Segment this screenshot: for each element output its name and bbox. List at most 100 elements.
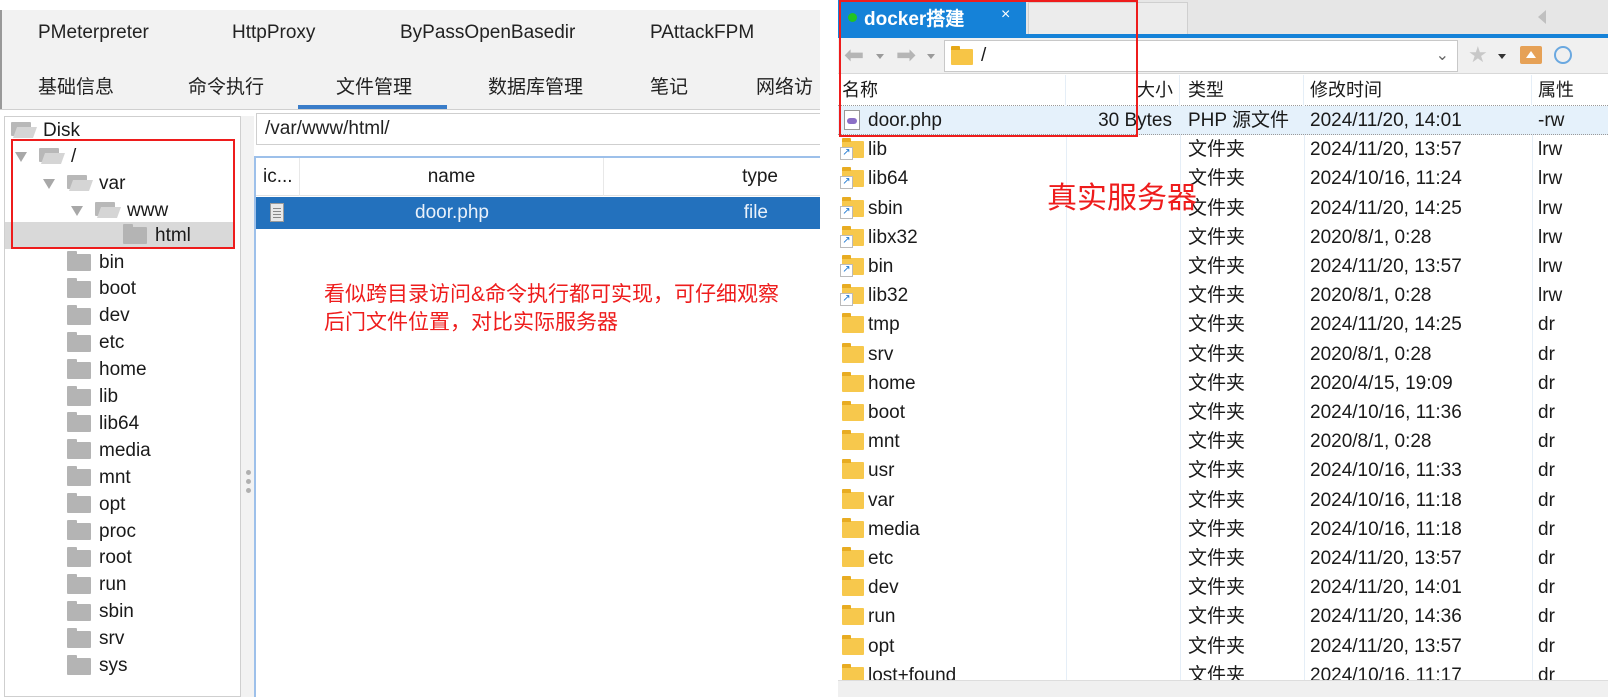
tab-scroll-left-icon[interactable] xyxy=(1538,10,1546,24)
file-name: door.php xyxy=(868,110,942,131)
path-input[interactable] xyxy=(256,113,820,145)
tree-folder-item[interactable]: sbin xyxy=(67,599,134,626)
tree-folder-item[interactable]: etc xyxy=(67,330,124,357)
tree-folder-item[interactable]: lib xyxy=(67,384,118,411)
file-modified: 2024/10/16, 11:18 xyxy=(1310,518,1462,540)
tab-bypassopenbasedir[interactable]: ByPassOpenBasedir xyxy=(400,22,575,44)
file-type: 文件夹 xyxy=(1188,226,1246,248)
tree-folder-item[interactable]: srv xyxy=(67,626,124,653)
folder-icon xyxy=(842,401,864,421)
bookmark-star-icon[interactable]: ★ xyxy=(1468,42,1488,68)
file-list-row[interactable]: usr 文件夹 2024/10/16, 11:33 dr xyxy=(838,456,1608,485)
tab-notes[interactable]: 笔记 xyxy=(650,72,688,99)
file-list-row[interactable]: mnt 文件夹 2020/8/1, 0:28 dr xyxy=(838,427,1608,456)
tab-pattackfpm[interactable]: PAttackFPM xyxy=(650,22,754,44)
top-strip xyxy=(0,0,820,10)
tree-folder-item[interactable]: dev xyxy=(67,303,130,330)
file-name: tmp xyxy=(868,314,900,336)
tree-folder-item[interactable]: proc xyxy=(67,518,136,545)
tree-node-www[interactable]: www xyxy=(71,197,168,224)
file-list-row[interactable]: bin 文件夹 2024/11/20, 13:57 lrw xyxy=(838,252,1608,281)
file-list-row[interactable]: var 文件夹 2024/10/16, 11:18 dr xyxy=(838,486,1608,515)
chevron-down-icon[interactable]: ⌄ xyxy=(1436,45,1449,65)
file-list-row[interactable]: run 文件夹 2024/11/20, 14:36 dr xyxy=(838,602,1608,631)
file-table-header: ic... name type xyxy=(256,158,820,196)
file-list-row[interactable]: sbin文件夹2024/11/20, 14:25lrw xyxy=(838,194,1608,223)
col-header-type[interactable]: 类型 xyxy=(1180,75,1304,106)
col-header-attributes[interactable]: 属性 xyxy=(1532,75,1608,106)
address-bar[interactable]: / ⌄ xyxy=(944,40,1458,72)
folder-icon xyxy=(842,576,864,597)
forward-dropdown-icon[interactable] xyxy=(927,54,935,59)
file-list-row[interactable]: lib 文件夹 2024/11/20, 13:57 lrw xyxy=(838,135,1608,164)
file-list-row[interactable]: home 文件夹 2020/4/15, 19:09 dr xyxy=(838,369,1608,398)
close-icon[interactable]: × xyxy=(1001,6,1010,24)
file-list-row[interactable]: media 文件夹 2024/10/16, 11:18 dr xyxy=(838,515,1608,544)
file-list-row[interactable]: srv 文件夹 2020/8/1, 0:28 dr xyxy=(838,340,1608,369)
tree-root-disk[interactable]: Disk xyxy=(11,117,80,144)
tab-database-manager[interactable]: 数据库管理 xyxy=(488,72,583,99)
file-attributes: dr xyxy=(1538,372,1555,394)
tab-pmeterpreter[interactable]: PMeterpreter xyxy=(38,22,149,44)
file-list-row[interactable]: libx32 文件夹 2020/8/1, 0:28 lrw xyxy=(838,223,1608,252)
tree-label: html xyxy=(155,224,191,246)
file-modified: 2020/8/1, 0:28 xyxy=(1310,343,1432,365)
file-modified: 2024/11/20, 13:57 xyxy=(1310,635,1462,657)
search-icon[interactable] xyxy=(1554,46,1572,64)
col-header-modified[interactable]: 修改时间 xyxy=(1304,75,1532,106)
session-tab-docker[interactable]: docker搭建 × xyxy=(838,0,1026,34)
file-list-row[interactable]: dev 文件夹 2024/11/20, 14:01 dr xyxy=(838,573,1608,602)
file-list-row[interactable]: etc 文件夹 2024/11/20, 13:57 dr xyxy=(838,544,1608,573)
tree-folder-item[interactable]: lib64 xyxy=(67,410,139,437)
file-row[interactable]: door.php file xyxy=(256,197,820,229)
tree-folder-item[interactable]: bin xyxy=(67,249,124,276)
panel-splitter[interactable] xyxy=(240,116,254,697)
tree-folder-item[interactable]: media xyxy=(67,437,151,464)
tree-node-html[interactable]: html xyxy=(5,222,235,249)
back-dropdown-icon[interactable] xyxy=(876,54,884,59)
tree-folder-item[interactable]: home xyxy=(67,357,147,384)
tab-file-manager[interactable]: 文件管理 xyxy=(336,72,412,99)
col-header-name[interactable]: name xyxy=(300,158,604,196)
file-modified: 2024/10/16, 11:24 xyxy=(1310,168,1462,190)
forward-arrow-icon[interactable]: ➡ xyxy=(896,44,916,68)
tree-folder-item[interactable]: opt xyxy=(67,491,125,518)
expand-triangle-icon[interactable] xyxy=(43,178,55,189)
file-list-row[interactable]: lib32 文件夹 2020/8/1, 0:28 lrw xyxy=(838,281,1608,310)
col-header-size[interactable]: 大小 xyxy=(1066,75,1180,106)
tree-folder-item[interactable]: sys xyxy=(67,653,128,680)
tree-folder-item[interactable]: boot xyxy=(67,276,136,303)
session-tab-title: docker搭建 xyxy=(864,8,965,30)
col-header-icon[interactable]: ic... xyxy=(256,158,300,196)
file-list-row[interactable]: boot 文件夹 2024/10/16, 11:36 dr xyxy=(838,398,1608,427)
file-list-row[interactable]: door.php 30 Bytes PHP 源文件 2024/11/20, 14:01… xyxy=(838,106,1608,135)
file-name: boot xyxy=(868,402,905,423)
tree-folder-item[interactable]: mnt xyxy=(67,464,131,491)
tab-httpproxy[interactable]: HttpProxy xyxy=(232,22,315,44)
grip-dot xyxy=(246,488,251,493)
folder-shortcut-icon xyxy=(840,284,864,307)
home-folder-icon[interactable] xyxy=(1520,46,1542,64)
col-header-name[interactable]: 名称 xyxy=(842,75,1066,106)
expand-triangle-icon[interactable] xyxy=(15,151,27,162)
tab-network[interactable]: 网络访 xyxy=(756,72,813,99)
file-list-row[interactable]: opt 文件夹 2024/11/20, 13:57 dr xyxy=(838,632,1608,661)
tree-folder-item[interactable]: root xyxy=(67,545,132,572)
file-modified: 2024/11/20, 13:57 xyxy=(1310,139,1462,161)
bookmark-dropdown-icon[interactable] xyxy=(1498,54,1506,59)
tab-basic-info[interactable]: 基础信息 xyxy=(38,72,114,99)
session-tab-bar: docker搭建 × xyxy=(838,0,1608,34)
col-header-type[interactable]: type xyxy=(604,158,820,196)
tree-node-root[interactable]: / xyxy=(15,143,76,170)
tree-label: Disk xyxy=(43,119,80,141)
tab-command-exec[interactable]: 命令执行 xyxy=(188,72,264,99)
back-arrow-icon[interactable]: ⬅ xyxy=(844,44,864,68)
file-list-row[interactable]: lib64文件夹2024/10/16, 11:24lrw xyxy=(838,164,1608,193)
tree-node-var[interactable]: var xyxy=(43,170,125,197)
file-attributes: -rw xyxy=(1538,110,1565,131)
folder-icon xyxy=(842,605,864,626)
tree-folder-item[interactable]: run xyxy=(67,572,126,599)
file-list-row[interactable]: tmp 文件夹 2024/11/20, 14:25 dr xyxy=(838,310,1608,339)
expand-triangle-icon[interactable] xyxy=(71,205,83,216)
horizontal-scrollbar[interactable] xyxy=(838,680,1608,697)
